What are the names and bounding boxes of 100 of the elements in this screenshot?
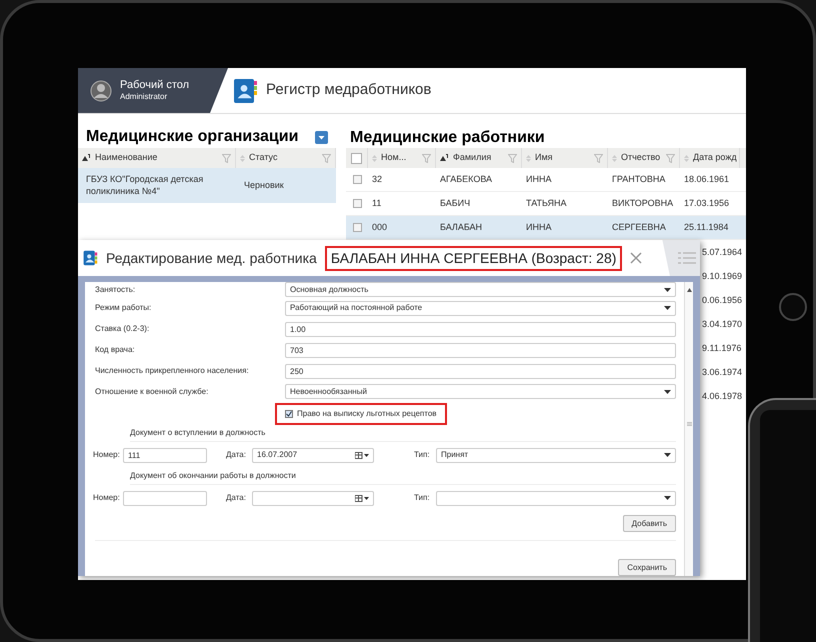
table-cell-text: БАЛАБАН [439,220,484,234]
table-cell-text: 9.10.1969 [701,270,744,283]
row-checkbox[interactable] [352,223,362,232]
table-cell-text: 18.06.1961 [683,172,730,186]
table-cell-text: ВИКТОРОВНА [611,196,674,210]
dropdown-caret-icon [664,453,671,458]
sort-ascending-icon [440,154,449,162]
table-cell-text: 3.04.1970 [701,318,744,331]
sort-icon [240,154,245,162]
table-cell-text: 11 [371,196,382,210]
dropdown-button-icon [315,130,328,144]
calendar-icon [355,452,369,459]
filter-icon [594,154,603,162]
row-checkbox[interactable] [352,175,362,184]
section-title: Документ об окончании работы в должности [130,470,676,486]
table-cell-text: ГРАНТОВНА [611,172,666,186]
dropdown-caret-icon [664,496,671,500]
field-label: Режим работы: [95,302,152,314]
table-cell-text: ТАТЬЯНА [525,196,568,210]
checkbox[interactable] [285,410,293,418]
panel-title: Медицинские работники [349,128,546,148]
table-row[interactable]: 000 БАЛАБАН ИННА СЕРГЕЕВНА 25.11.1984 [346,216,746,240]
close-icon [630,252,642,264]
filter-icon [322,154,331,162]
text-field[interactable]: 703 [285,342,676,358]
address-book-icon [232,78,258,104]
column-header[interactable]: Ном... [381,151,406,165]
text-field[interactable]: 250 [285,364,676,379]
column-header[interactable]: Фамилия [453,151,492,165]
table-cell-text: ГБУЗ КО"Городская детская поликлиника №4" [85,174,204,197]
field-label: Тип: [414,449,431,462]
field-label: Численность прикрепленного населения: [95,365,250,378]
column-header[interactable]: Наименование [95,151,158,165]
table-cell-text: 5.07.1964 [701,246,744,259]
section-title: Документ о вступлении в должность [130,427,676,442]
field-label: Дата: [226,492,247,504]
checkbox-label: Право на выписку льготных рецептов [297,408,437,420]
address-book-icon [82,248,98,268]
sort-icon [612,154,617,162]
table-cell-text: Черновик [243,180,285,192]
sort-ascending-icon [82,154,91,162]
user-avatar-icon [90,80,112,102]
panel-tab[interactable] [662,240,700,276]
close-button[interactable] [630,252,642,264]
text-field[interactable]: 1.00 [285,322,676,337]
field-label: Отношение к военной службе: [95,386,210,398]
row-checkbox[interactable] [352,199,362,208]
field-label: Номер: [93,492,121,504]
table-cell-text: 17.03.1956 [683,196,730,210]
dropdown-field[interactable]: Работающий на постоянной работе [285,300,676,316]
field-label: Код врача: [95,344,136,356]
table-cell-text: 25.11.1984 [683,220,730,234]
list-icon [678,252,696,264]
scrollbar[interactable] [684,282,693,576]
employee-name: БАЛАБАН ИННА СЕРГЕЕВНА (Возраст: 28) [324,246,622,270]
table-cell-text: 3.06.1974 [701,366,744,379]
table-cell-text: 000 [371,220,388,234]
field-label: Дата: [226,449,247,462]
dropdown-field[interactable]: Принят [436,448,676,463]
table-cell-text: ИННА [525,172,552,186]
column-header[interactable]: Статус [249,151,278,165]
dropdown-field[interactable]: Основная должность [285,282,676,298]
date-field[interactable]: 16.07.2007 [252,448,374,463]
sort-icon [684,154,689,162]
number-field[interactable]: 111 [123,448,207,463]
table-cell-text: СЕРГЕЕВНА [611,220,667,234]
scroll-up-icon [686,288,692,292]
table-cell-text: 32 [371,172,384,186]
add-button[interactable]: Добавить [622,515,676,532]
table-cell-text: 0.06.1956 [701,294,744,307]
filter-icon [508,154,517,162]
select-all-checkbox[interactable] [351,152,362,164]
date-field[interactable] [252,490,374,506]
table-cell-text: 4.06.1978 [701,390,744,403]
dropdown-field[interactable]: Невоеннообязанный [285,384,676,400]
dropdown-field[interactable] [436,490,676,506]
filter-icon [422,154,431,162]
dropdown-caret-icon [664,390,671,394]
field-label: Занятость: [95,284,136,296]
field-label: Тип: [414,492,431,504]
filter-icon [222,154,231,162]
filter-icon [666,154,675,162]
table-cell-text: АГАБЕКОВА [439,172,494,186]
dropdown-caret-icon [664,288,671,292]
column-header[interactable]: Дата рожд [693,151,737,165]
save-button[interactable]: Сохранить [618,559,676,576]
table-row[interactable]: ГБУЗ КО"Городская детская поликлиника №4" Черновик [78,168,336,203]
desktop-title: Рабочий стол [120,78,190,92]
table-cell-text: 9.11.1976 [701,342,742,355]
user-name: Administrator [120,92,168,102]
column-header[interactable]: Имя [535,151,553,165]
panel-title: Медицинские организации [86,127,298,147]
column-header[interactable]: Отчество [621,151,660,165]
number-field[interactable] [123,490,207,506]
field-label: Ставка (0.2-3): [95,323,150,336]
desktop-tab[interactable]: Рабочий стол Administrator [78,68,228,113]
app-title: Регистр медработников [266,80,432,100]
table-cell-text: ИННА [525,220,552,234]
dropdown-caret-icon [664,306,671,310]
scroll-grip-icon [686,422,692,426]
